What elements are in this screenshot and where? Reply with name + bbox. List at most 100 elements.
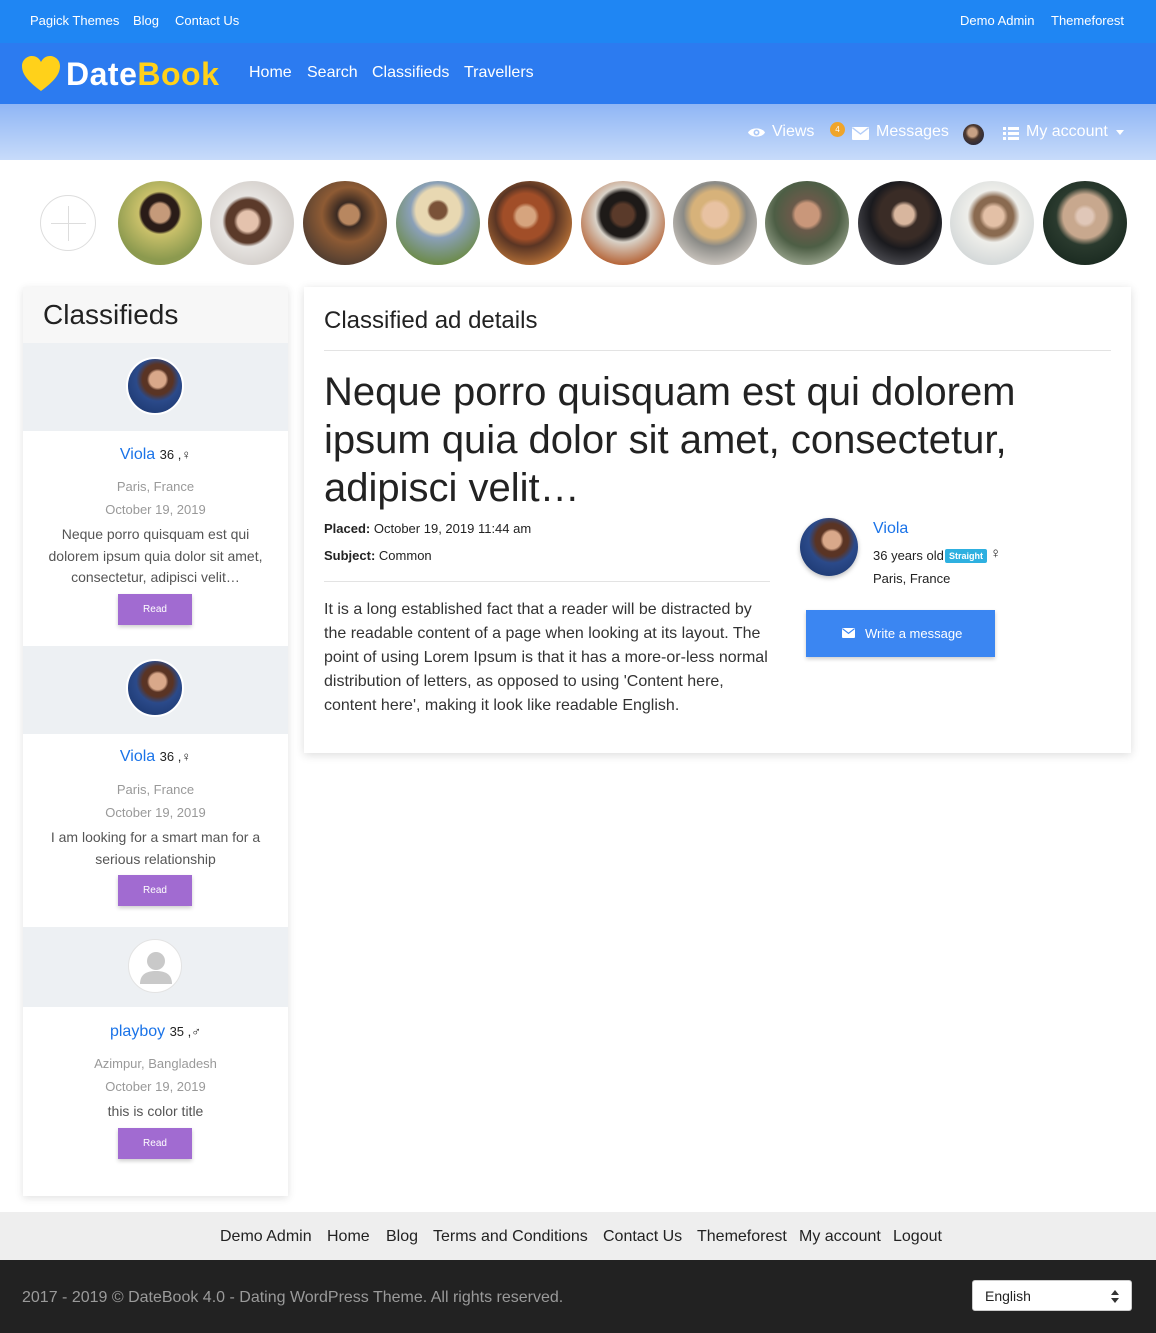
footer-link-logout[interactable]: Logout	[893, 1228, 942, 1246]
topbar-link-blog[interactable]: Blog	[133, 13, 159, 28]
subject-label: Subject:	[324, 548, 376, 563]
footer-link-my-account[interactable]: My account	[799, 1228, 881, 1246]
ad-body: It is a long established fact that a rea…	[324, 601, 768, 714]
member-avatar[interactable]	[950, 181, 1034, 265]
ad-author-name[interactable]: Viola	[120, 748, 155, 765]
ad-author-name[interactable]: playboy	[110, 1023, 165, 1040]
select-arrows-icon	[1111, 1290, 1119, 1303]
member-avatar[interactable]	[118, 181, 202, 265]
brand-logo[interactable]: DateBook	[66, 56, 219, 93]
topbar-link-pagick-themes[interactable]: Pagick Themes	[30, 13, 119, 28]
user-avatar[interactable]	[963, 124, 984, 145]
member-avatar[interactable]	[765, 181, 849, 265]
card-heading: Classified ad details	[324, 307, 538, 334]
ad-date: October 19, 2019	[105, 502, 206, 517]
footer-link-contact-us[interactable]: Contact Us	[603, 1228, 682, 1246]
orientation-badge: Straight	[945, 549, 987, 563]
write-message-label: Write a message	[865, 626, 963, 641]
eye-icon	[748, 128, 765, 137]
views-link[interactable]: Views	[772, 123, 814, 141]
divider	[324, 350, 1111, 351]
ad-date: October 19, 2019	[105, 1079, 206, 1094]
add-photo-button[interactable]	[40, 195, 96, 251]
chevron-down-icon[interactable]	[1116, 130, 1124, 135]
brand-part-date: Date	[66, 56, 138, 92]
ad-author-line: playboy 35 ,♂	[23, 1023, 288, 1041]
placed-value: October 19, 2019 11:44 am	[373, 521, 532, 536]
topbar-link-demo-admin[interactable]: Demo Admin	[960, 13, 1034, 28]
male-gender-icon: ♂	[191, 1024, 202, 1039]
nav-classifieds[interactable]: Classifieds	[372, 64, 449, 82]
ad-excerpt: I am looking for a smart man for a serio…	[50, 829, 261, 867]
nav-home[interactable]: Home	[249, 64, 292, 82]
female-gender-icon: ♀	[990, 545, 1002, 562]
read-button[interactable]: Read	[118, 1128, 192, 1159]
footer-link-blog[interactable]: Blog	[386, 1228, 418, 1246]
language-selected-value: English	[985, 1288, 1031, 1304]
messages-count-badge: 4	[830, 122, 845, 137]
ad-author-line: Viola 36 ,♀	[23, 446, 288, 464]
classifieds-sidebar: Classifieds Viola 36 ,♀ Paris, France Oc…	[23, 287, 288, 1196]
ad-date: October 19, 2019	[105, 805, 206, 820]
author-name-link[interactable]: Viola	[873, 520, 908, 538]
sidebar-title: Classifieds	[43, 299, 179, 330]
ad-excerpt: this is color title	[107, 1103, 204, 1119]
my-account-menu[interactable]: My account	[1026, 123, 1108, 141]
sidebar-header: Classifieds	[23, 287, 288, 343]
language-select[interactable]: English	[972, 1280, 1132, 1311]
footer-link-home[interactable]: Home	[327, 1228, 370, 1246]
main-nav: DateBook Home Search Classifieds Travell…	[0, 43, 1156, 104]
messages-link[interactable]: Messages	[876, 123, 949, 141]
ad-author-age: 36 ,	[159, 447, 182, 462]
ad-author-age: 36 ,	[159, 749, 182, 764]
footer-nav: Demo Admin Home Blog Terms and Condition…	[0, 1212, 1156, 1260]
author-avatar[interactable]	[800, 518, 858, 576]
envelope-icon	[852, 127, 869, 140]
member-avatar[interactable]	[1043, 181, 1127, 265]
ad-title: Neque porro quisquam est qui dolorem ips…	[324, 370, 1016, 510]
default-user-icon[interactable]	[128, 939, 182, 993]
female-gender-icon: ♀	[181, 447, 192, 462]
author-age: 36 years old	[873, 548, 944, 563]
nav-travellers[interactable]: Travellers	[464, 64, 534, 82]
placed-label: Placed:	[324, 521, 371, 536]
member-avatar[interactable]	[581, 181, 665, 265]
top-bar: Pagick Themes Blog Contact Us Demo Admin…	[0, 0, 1156, 43]
ad-author-line: Viola 36 ,♀	[23, 748, 288, 766]
nav-search[interactable]: Search	[307, 64, 358, 82]
author-avatar[interactable]	[126, 659, 184, 717]
read-button[interactable]: Read	[118, 594, 192, 625]
topbar-link-themeforest[interactable]: Themeforest	[1051, 13, 1124, 28]
author-avatar[interactable]	[126, 357, 184, 415]
ad-location: Paris, France	[116, 479, 195, 494]
member-avatar[interactable]	[488, 181, 572, 265]
ad-author-name[interactable]: Viola	[120, 446, 155, 463]
footer-link-demo-admin[interactable]: Demo Admin	[220, 1228, 312, 1246]
bottom-footer: 2017 - 2019 © DateBook 4.0 - Dating Word…	[0, 1260, 1156, 1333]
envelope-icon	[842, 628, 855, 638]
ad-author-age: 35 ,	[169, 1024, 192, 1039]
heart-logo-icon[interactable]	[21, 55, 61, 93]
write-message-button[interactable]: Write a message	[806, 610, 995, 657]
brand-part-book: Book	[137, 56, 220, 92]
copyright-text: 2017 - 2019 © DateBook 4.0 - Dating Word…	[22, 1289, 564, 1306]
member-avatar[interactable]	[858, 181, 942, 265]
ad-location: Paris, France	[116, 782, 195, 797]
divider	[324, 581, 770, 582]
ad-details-card: Classified ad details Neque porro quisqu…	[304, 287, 1131, 753]
member-avatar[interactable]	[303, 181, 387, 265]
female-gender-icon: ♀	[181, 749, 192, 764]
member-avatar[interactable]	[396, 181, 480, 265]
member-avatar[interactable]	[673, 181, 757, 265]
ad-location: Azimpur, Bangladesh	[94, 1056, 217, 1071]
subject-meta: Subject: Common	[324, 548, 432, 563]
footer-link-themeforest[interactable]: Themeforest	[697, 1228, 787, 1246]
footer-link-terms[interactable]: Terms and Conditions	[433, 1228, 588, 1246]
ad-excerpt: Neque porro quisquam est qui dolorem ips…	[48, 526, 263, 585]
list-icon	[1003, 127, 1019, 140]
topbar-link-contact-us[interactable]: Contact Us	[175, 13, 239, 28]
author-location: Paris, France	[873, 571, 951, 586]
member-avatar[interactable]	[210, 181, 294, 265]
placed-meta: Placed: October 19, 2019 11:44 am	[324, 521, 531, 536]
read-button[interactable]: Read	[118, 875, 192, 906]
